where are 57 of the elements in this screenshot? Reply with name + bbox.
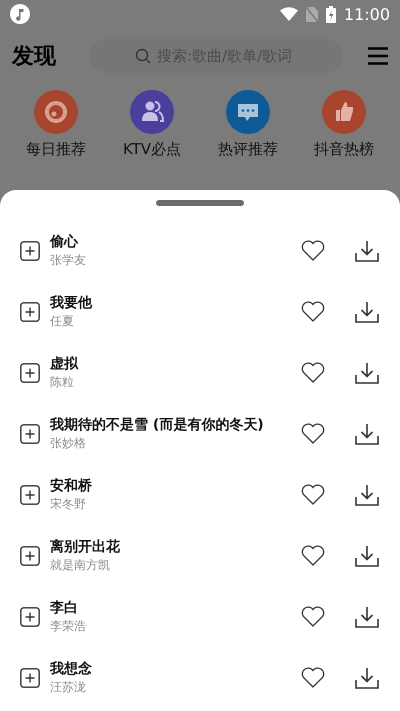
artist-name: 张妙格: [50, 434, 87, 452]
drag-handle[interactable]: [156, 200, 244, 206]
download-icon[interactable]: [355, 666, 379, 688]
artist-name: 陈粒: [50, 374, 75, 390]
download-icon[interactable]: [355, 362, 379, 384]
category-icon[interactable]: [226, 90, 270, 134]
category-label[interactable]: 热评推荐: [218, 140, 278, 159]
category-label[interactable]: 抖音热榜: [314, 140, 374, 159]
heart-icon[interactable]: [301, 423, 325, 444]
menu-icon[interactable]: [368, 47, 388, 65]
heart-icon[interactable]: [301, 667, 325, 688]
add-icon[interactable]: [20, 302, 40, 322]
heart-icon[interactable]: [301, 240, 325, 261]
song-title[interactable]: 李白: [50, 598, 291, 616]
artist-name: 任夏: [50, 312, 75, 330]
song-title[interactable]: 离别开出花: [50, 538, 291, 556]
heart-icon[interactable]: [301, 362, 325, 383]
category-label[interactable]: 每日推荐: [26, 140, 86, 159]
no-sim-icon: [306, 6, 318, 22]
clock-time: 11:00: [344, 4, 390, 24]
artist-name: 就是南方凯: [50, 556, 111, 574]
heart-icon[interactable]: [301, 301, 325, 322]
add-icon[interactable]: [20, 484, 40, 504]
page-title: 发现: [12, 43, 57, 71]
download-icon[interactable]: [355, 606, 379, 628]
download-icon[interactable]: [355, 300, 379, 322]
add-icon[interactable]: [20, 424, 40, 444]
artist-name: 张学友: [50, 252, 87, 268]
download-icon[interactable]: [355, 240, 379, 262]
song-title[interactable]: 我要他: [50, 294, 291, 312]
artist-name: 李荣浩: [50, 618, 87, 634]
wifi-icon: [280, 7, 298, 21]
category-icon[interactable]: [322, 90, 366, 134]
category-icon[interactable]: [34, 90, 78, 134]
heart-icon[interactable]: [301, 484, 325, 505]
category-label[interactable]: KTV必点: [122, 140, 182, 159]
search-icon: [135, 48, 151, 64]
song-title[interactable]: 我想念: [50, 660, 291, 678]
add-icon[interactable]: [20, 240, 40, 260]
artist-name: 汪苏泷: [50, 678, 87, 696]
song-title[interactable]: 安和桥: [50, 476, 291, 494]
add-icon[interactable]: [20, 606, 40, 626]
category-icon[interactable]: [130, 90, 174, 134]
artist-name: 宋冬野: [50, 496, 87, 512]
heart-icon[interactable]: [301, 545, 325, 566]
song-title[interactable]: 偷心: [50, 232, 291, 250]
heart-icon[interactable]: [301, 606, 325, 627]
download-icon[interactable]: [355, 544, 379, 566]
battery-icon: [326, 6, 336, 22]
song-title[interactable]: 我期待的不是雪 (而是有你的冬天): [50, 416, 291, 434]
add-icon[interactable]: [20, 362, 40, 382]
song-title[interactable]: 虚拟: [50, 354, 291, 372]
download-icon[interactable]: [355, 422, 379, 444]
add-icon[interactable]: [20, 546, 40, 566]
download-icon[interactable]: [355, 484, 379, 506]
music-note-icon: [10, 4, 30, 24]
add-icon[interactable]: [20, 668, 40, 688]
